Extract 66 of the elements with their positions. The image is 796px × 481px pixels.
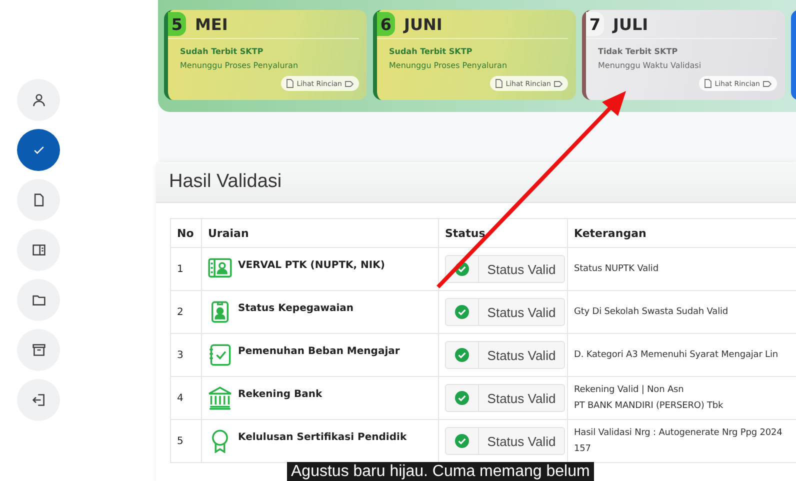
check-circle-icon [455,348,469,362]
month-number-badge: 6 [377,12,395,36]
column-header: Status [438,218,568,248]
sktp-status: Sudah Terbit SKTP [389,47,474,56]
file-icon [32,193,46,207]
table-cell: 4 [170,376,202,420]
table-cell: 2 [170,290,202,334]
table-cell-text: Hasil Validasi Nrg : Autogenerate Nrg Ppg 2024 [574,427,784,440]
table-cell-text: 157 [574,443,592,456]
bank-icon [208,386,232,410]
folder-icon [32,293,46,307]
table-cell-text: Status NUPTK Valid [574,263,660,276]
status-label: Status Valid [486,390,557,408]
status-label: Status Valid [486,260,557,278]
table-cell: 5 [170,420,202,462]
status-label: Status Valid [486,346,557,364]
arrow-right-icon [554,80,563,88]
section-title: Hasil Validasi [169,171,282,193]
check-circle-icon [455,262,469,276]
check-circle-icon [455,391,469,405]
sktp-status: Tidak Terbit SKTP [598,47,679,56]
checklist-icon [208,343,232,367]
sidebar-button[interactable] [17,329,60,371]
process-status: Menunggu Proses Penyaluran [389,61,508,70]
document-icon [704,79,712,88]
table-cell: 1 [170,248,202,290]
archive-icon [32,343,46,357]
table-cell-text: Rekening Valid | Non Asn [574,384,685,397]
column-header: Uraian [202,218,438,248]
table-cell-text: PT BANK MANDIRI (PERSERO) Tbk [574,400,724,413]
document-icon [494,79,503,88]
arrow-right-icon [763,80,772,88]
table-cell-text: VERVAL PTK (NUPTK, NIK) [238,259,385,271]
process-status: Menunggu Waktu Validasi [598,61,702,70]
sidebar-button[interactable] [17,179,60,221]
arrow-right-icon [345,80,354,88]
table-cell-text: D. Kategori A3 Memenuhi Syarat Mengajar Lin [574,349,779,362]
month-name: JUNI [404,14,442,34]
process-status: Menunggu Proses Penyaluran [180,61,300,70]
status-label: Status Valid [486,432,557,450]
sidebar-button[interactable] [17,79,60,121]
table-cell-text: Rekening Bank [238,388,322,400]
month-name: MEI [195,14,228,34]
person-icon [32,93,46,107]
column-header: Keterangan [568,218,796,248]
month-number-badge: 5 [168,12,186,36]
table-cell-text: Pemenuhan Beban Mengajar [238,345,400,357]
video-caption: Agustus baru hijau. Cuma memang belum [287,462,594,481]
sidebar-button[interactable] [17,379,60,421]
sidebar-button[interactable] [17,229,60,271]
month-name: JULI [613,14,648,34]
document-icon [286,79,294,88]
table-cell-text: Kelulusan Sertifikasi Pendidik [238,431,407,443]
logout-icon [32,393,46,407]
check-circle-icon [455,434,469,448]
status-label: Status Valid [486,304,557,322]
table-cell: 3 [170,334,202,376]
month-number-badge: 7 [586,12,604,36]
column-header: No [170,218,202,248]
check-circle-icon [455,305,469,319]
sidebar-button[interactable] [17,279,60,321]
table-cell-text: Status Kepegawaian [238,302,354,314]
sidebar-button[interactable] [17,129,60,171]
table-cell-text: Gty Di Sekolah Swasta Sudah Valid [574,306,729,319]
panel-icon [32,243,46,257]
sktp-status: Sudah Terbit SKTP [180,47,264,56]
